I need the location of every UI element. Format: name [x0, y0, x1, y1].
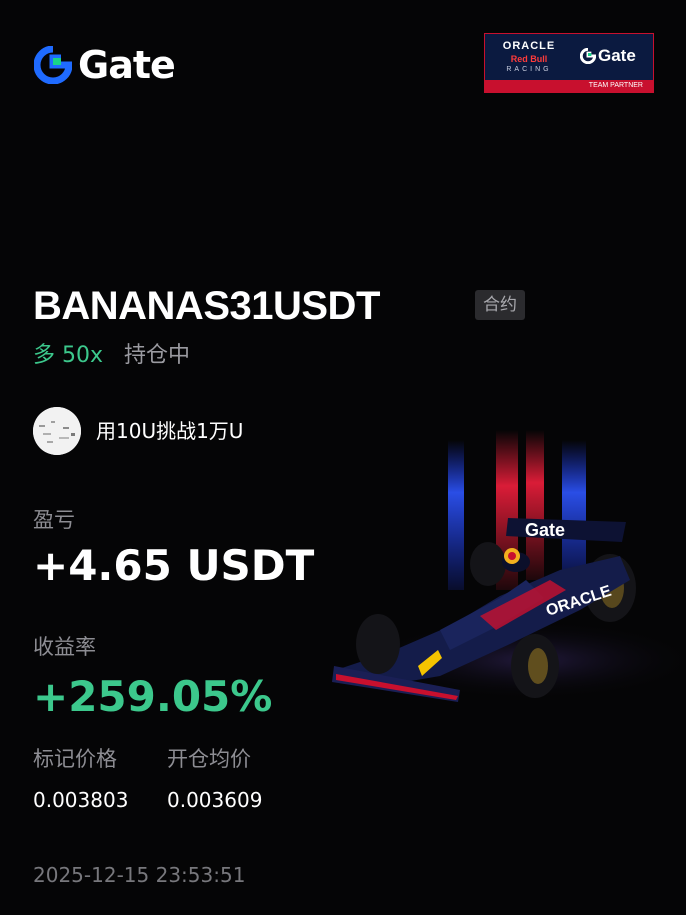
partner-oracle-text: ORACLE: [502, 40, 556, 52]
entry-price-label: 开仓均价: [167, 747, 251, 771]
logo-text: Gate: [78, 43, 176, 87]
partner-racing-text: RACING: [506, 66, 552, 73]
position-line: 多 50x 持仓中: [33, 342, 190, 370]
avatar-icon: [33, 407, 81, 455]
pnl-label: 盈亏: [33, 508, 75, 532]
position-side-leverage: 多 50x: [33, 343, 104, 368]
partner-gate-text: Gate: [598, 46, 636, 65]
partner-redbull-text: Red Bull: [510, 54, 548, 64]
contract-tag: 合约: [475, 290, 525, 320]
gate-g-icon: [580, 48, 596, 64]
entry-price-value: 0.003609: [167, 788, 263, 812]
mark-price-label: 标记价格: [33, 747, 117, 771]
avatar: [33, 407, 81, 455]
gate-g-icon: [34, 46, 72, 84]
team-partner-badge: ORACLE Red Bull RACING Gate TEAM PARTNER: [484, 33, 654, 93]
roi-label: 收益率: [33, 635, 96, 659]
partner-gate-logo: Gate: [580, 46, 636, 66]
pnl-value: +4.65 USDT: [33, 541, 315, 590]
gate-logo: Gate: [34, 43, 176, 87]
partner-strip-text: TEAM PARTNER: [485, 80, 653, 92]
trading-pair-symbol: BANANAS31USDT: [33, 284, 380, 328]
user-nickname: 用10U挑战1万U: [96, 419, 244, 443]
position-status: 持仓中: [124, 343, 191, 368]
timestamp: 2025-12-15 23:53:51: [33, 863, 246, 887]
f1-race-car-image: Gate ORACLE: [332, 430, 686, 702]
rear-wing-gate-text: Gate: [525, 520, 565, 540]
roi-value: +259.05%: [33, 672, 273, 721]
mark-price-value: 0.003803: [33, 788, 129, 812]
